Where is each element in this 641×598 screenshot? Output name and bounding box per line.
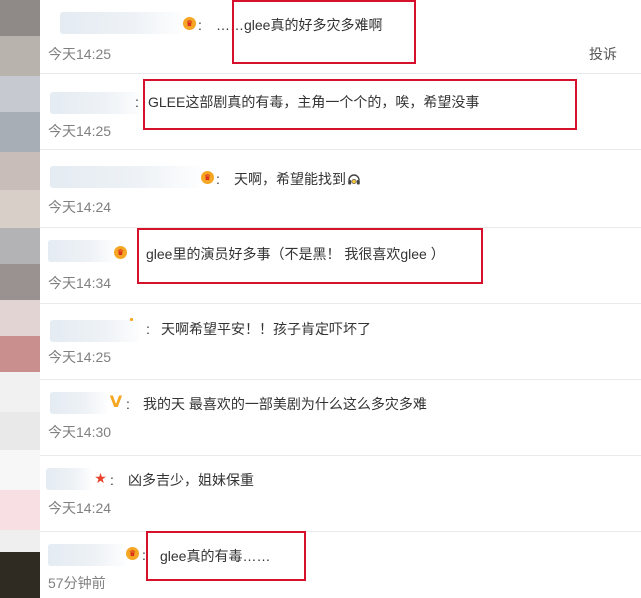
crown-icon: ♛ — [126, 547, 139, 560]
comment-item: ♛ : 天啊，希望能找到 今天14:24 — [40, 150, 641, 228]
avatar[interactable] — [0, 530, 40, 552]
comment-time: 57分钟前 — [48, 575, 106, 591]
avatar-column — [0, 0, 40, 598]
avatar[interactable] — [0, 264, 40, 300]
comment-text: 我的天 最喜欢的一部美剧为什么这么多灾多难 — [143, 396, 427, 412]
avatar[interactable] — [0, 372, 40, 412]
headset-emoji-icon — [348, 174, 360, 185]
avatar[interactable] — [0, 36, 40, 76]
vip-v-icon: V — [109, 392, 123, 411]
comment-separator: : — [216, 171, 220, 187]
avatar[interactable] — [0, 228, 40, 264]
comment-item: ★ : 凶多吉少，姐妹保重 今天14:24 — [40, 456, 641, 532]
comment-time: 今天14:25 — [48, 123, 112, 139]
comment-text: GLEE这部剧真的有毒，主角一个个的，唉，希望没事 — [148, 94, 480, 110]
comment-time: 今天14:30 — [48, 424, 112, 440]
comment-separator: : — [126, 396, 130, 412]
username[interactable] — [50, 166, 200, 188]
comment-separator: : — [142, 547, 146, 563]
avatar[interactable] — [0, 300, 40, 336]
report-link[interactable]: 投诉 — [589, 45, 617, 63]
avatar[interactable] — [0, 450, 40, 490]
comment-text: 天啊，希望能找到 — [234, 169, 361, 189]
comment-time: 今天14:25 — [48, 349, 112, 365]
star-icon: ★ — [94, 471, 107, 487]
crown-icon: ♛ — [114, 246, 127, 259]
avatar[interactable] — [0, 112, 40, 152]
comment-item: ♛ : ……glee真的好多灾多难啊 今天14:25 投诉 — [40, 0, 641, 74]
comment-text: glee里的演员好多事（不是黑！ 我很喜欢glee ） — [146, 246, 445, 262]
comment-separator: : — [110, 472, 114, 488]
comment-time: 今天14:25 — [48, 46, 112, 62]
username[interactable] — [48, 544, 126, 566]
comment-text: 凶多吉少，姐妹保重 — [128, 472, 254, 488]
comment-item: ♛ : glee真的有毒…… 57分钟前 — [40, 532, 641, 598]
comment-feed: ♛ : ……glee真的好多灾多难啊 今天14:25 投诉 : GLEE这部剧真… — [0, 0, 641, 598]
crown-icon: ♛ — [201, 171, 214, 184]
avatar[interactable] — [0, 412, 40, 450]
comment-text-body: 天啊，希望能找到 — [234, 171, 346, 187]
avatar[interactable] — [0, 552, 40, 598]
username[interactable] — [50, 392, 108, 414]
avatar[interactable] — [0, 0, 40, 36]
avatar[interactable] — [0, 152, 40, 190]
comment-separator: : — [135, 94, 139, 110]
comment-text: 天啊希望平安！！孩子肯定吓坏了 — [161, 321, 371, 337]
username[interactable] — [50, 92, 142, 114]
avatar[interactable] — [0, 190, 40, 228]
comment-time: 今天14:24 — [48, 500, 112, 516]
avatar[interactable] — [0, 336, 40, 372]
comment-item: V : 我的天 最喜欢的一部美剧为什么这么多灾多难 今天14:30 — [40, 380, 641, 456]
comment-item: ♛ glee里的演员好多事（不是黑！ 我很喜欢glee ） 今天14:34 — [40, 228, 641, 304]
username[interactable] — [46, 468, 92, 490]
crown-icon: ♛ — [183, 17, 196, 30]
badge-mark-icon — [130, 318, 133, 321]
comment-text: glee真的有毒…… — [160, 548, 271, 564]
avatar[interactable] — [0, 76, 40, 112]
comment-time: 今天14:24 — [48, 199, 112, 215]
comment-time: 今天14:34 — [48, 275, 112, 291]
username[interactable] — [50, 320, 140, 342]
username[interactable] — [60, 12, 182, 34]
avatar[interactable] — [0, 490, 40, 530]
comment-separator: : — [198, 17, 202, 33]
comment-item: : GLEE这部剧真的有毒，主角一个个的，唉，希望没事 今天14:25 — [40, 74, 641, 150]
comment-item: : 天啊希望平安！！孩子肯定吓坏了 今天14:25 — [40, 304, 641, 380]
comment-separator: : — [146, 321, 150, 337]
username[interactable] — [48, 240, 116, 262]
comment-text: ……glee真的好多灾多难啊 — [216, 17, 383, 33]
